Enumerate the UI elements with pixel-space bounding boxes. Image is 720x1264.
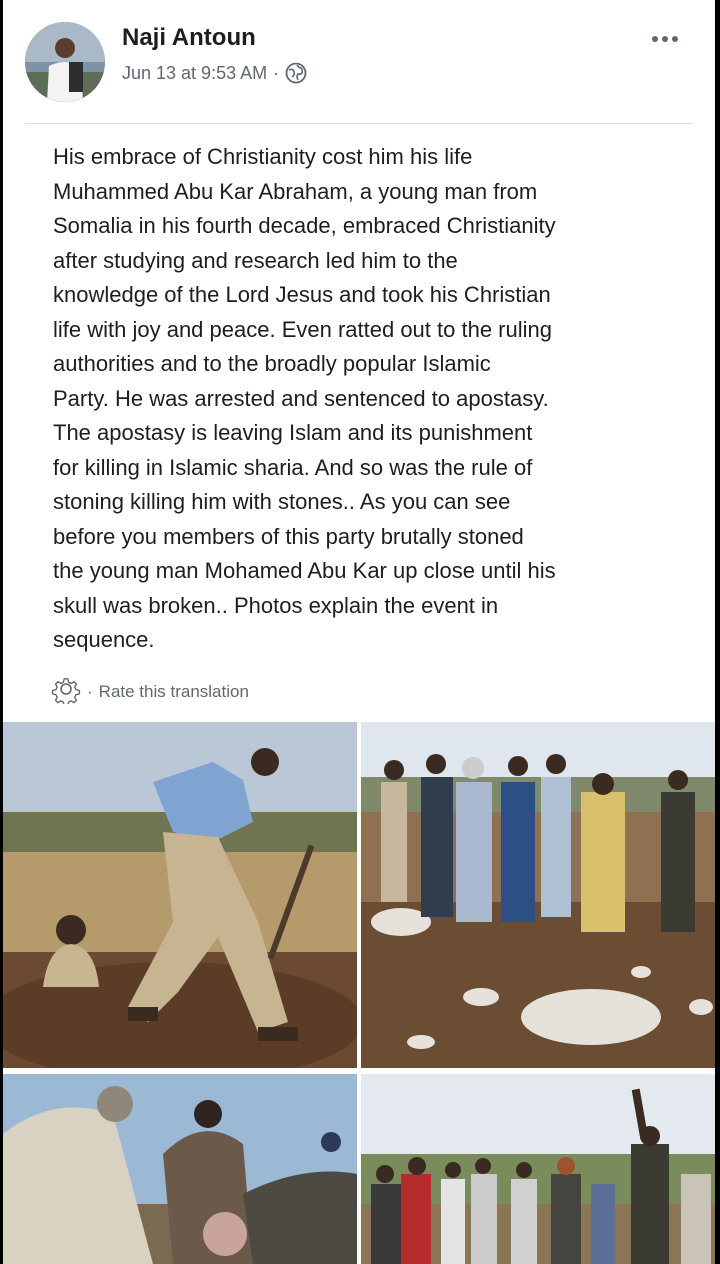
photo-4[interactable] bbox=[361, 1074, 715, 1264]
rate-translation-link[interactable]: Rate this translation bbox=[99, 682, 249, 702]
photo-1[interactable] bbox=[3, 722, 357, 1068]
avatar[interactable] bbox=[25, 22, 105, 102]
post-text: His embrace of Christianity cost him his… bbox=[53, 144, 556, 652]
translation-row: · Rate this translation bbox=[51, 674, 249, 709]
photo-grid bbox=[3, 722, 715, 1264]
post-card: Naji Antoun Jun 13 at 9:53 AM · His embr… bbox=[3, 0, 715, 1264]
post-timestamp[interactable]: Jun 13 at 9:53 AM bbox=[122, 63, 267, 84]
post-header: Naji Antoun Jun 13 at 9:53 AM · bbox=[3, 0, 715, 110]
more-options-icon[interactable] bbox=[643, 24, 687, 54]
photo-3[interactable] bbox=[3, 1074, 357, 1264]
globe-icon bbox=[285, 62, 307, 84]
translation-dot: · bbox=[87, 681, 93, 701]
author-name[interactable]: Naji Antoun bbox=[122, 24, 256, 52]
post-meta: Jun 13 at 9:53 AM · bbox=[122, 62, 307, 84]
meta-separator: · bbox=[273, 62, 280, 83]
settings-gear-icon[interactable] bbox=[51, 674, 81, 709]
header-divider bbox=[25, 123, 693, 124]
photo-2[interactable] bbox=[361, 722, 715, 1068]
